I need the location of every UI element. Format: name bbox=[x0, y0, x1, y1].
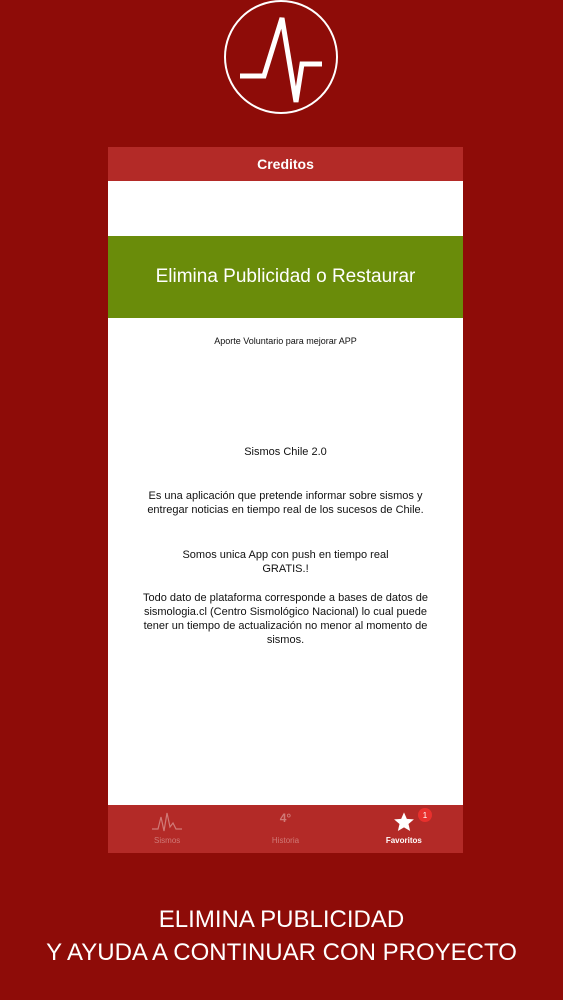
tab-label: Historia bbox=[271, 836, 300, 845]
tab-historia[interactable]: 4° Historia bbox=[226, 805, 344, 853]
contribution-text[interactable]: Aporte Voluntario para mejorar APP bbox=[108, 336, 463, 346]
nav-title: Creditos bbox=[257, 156, 314, 172]
push-paragraph: Somos unica App con push en tiempo real … bbox=[182, 549, 389, 575]
description-paragraph: Es una aplicación que pretende informar … bbox=[147, 490, 424, 516]
tagline-line-2: Y AYUDA A CONTINUAR CON PROYECTO bbox=[46, 939, 517, 966]
credits-content: Elimina Publicidad o Restaurar Aporte Vo… bbox=[108, 181, 463, 805]
history-icon: 4° bbox=[279, 811, 292, 825]
tab-favoritos[interactable]: 1 Favoritos bbox=[345, 805, 463, 853]
data-source-paragraph: Todo dato de plataforma corresponde a ba… bbox=[143, 592, 428, 646]
remove-ads-label: Elimina Publicidad o Restaurar bbox=[155, 266, 416, 287]
nav-bar: Creditos bbox=[108, 147, 463, 181]
remove-ads-button[interactable]: Elimina Publicidad o Restaurar bbox=[108, 236, 463, 318]
tagline-line-1: ELIMINA PUBLICIDAD bbox=[158, 906, 405, 933]
app-logo bbox=[224, 0, 338, 114]
seismograph-pulse-icon bbox=[240, 17, 322, 103]
tab-label: Sismos bbox=[154, 836, 181, 845]
tab-label: Favoritos bbox=[385, 836, 422, 845]
star-icon bbox=[393, 812, 414, 831]
notification-badge: 1 bbox=[418, 808, 433, 822]
app-name: Sismos Chile 2.0 bbox=[244, 446, 327, 458]
tab-sismos[interactable]: Sismos bbox=[108, 805, 226, 853]
seismograph-icon bbox=[152, 812, 183, 832]
tab-bar: Sismos 4° Historia 1 Favoritos bbox=[108, 805, 463, 853]
phone-screen: Creditos Elimina Publicidad o Restaurar … bbox=[108, 147, 463, 853]
